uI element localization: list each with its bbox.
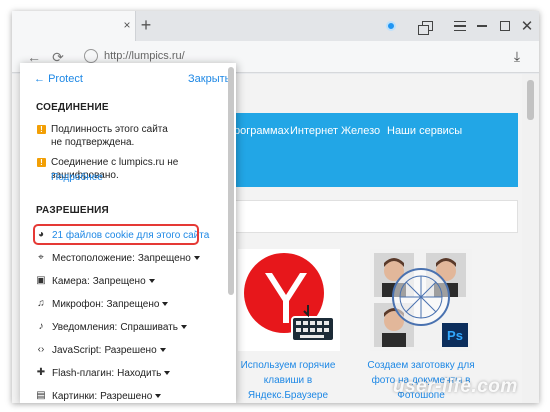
- panel-scrollbar-thumb[interactable]: [228, 67, 234, 295]
- permission-flash[interactable]: ✚ Flash-плагин: Находить: [35, 366, 171, 380]
- permission-microphone[interactable]: ♫ Микрофон: Запрещено: [35, 297, 169, 311]
- nav-item-programs[interactable]: рограммах: [234, 125, 289, 137]
- close-window-icon[interactable]: ✕: [517, 17, 537, 35]
- nav-item-internet[interactable]: Интернет: [290, 125, 338, 137]
- cookies-highlight: [33, 224, 199, 245]
- image-icon: ▤: [36, 390, 46, 401]
- images-dropdown[interactable]: Разрешено: [100, 391, 162, 402]
- menu-icon[interactable]: [450, 17, 470, 35]
- maximize-icon[interactable]: [495, 17, 515, 35]
- puzzle-icon: ✚: [36, 367, 46, 378]
- minimize-icon[interactable]: [472, 17, 492, 35]
- permission-camera[interactable]: ▣ Камера: Запрещено: [35, 274, 155, 288]
- url-text[interactable]: http://lumpics.ru/: [104, 50, 185, 62]
- close-tab-icon[interactable]: ×: [120, 18, 134, 32]
- watermark-text: user-life.com: [393, 376, 518, 397]
- page-scrollbar[interactable]: [522, 74, 539, 403]
- camera-icon: ▣: [36, 275, 46, 286]
- protect-back-link[interactable]: ← Protect: [34, 73, 83, 85]
- more-details-link[interactable]: Подробнее: [51, 172, 103, 183]
- notifications-dropdown[interactable]: Спрашивать: [120, 322, 188, 333]
- site-info-icon[interactable]: [84, 49, 98, 63]
- permissions-heading: РАЗРЕШЕНИЯ: [36, 205, 109, 216]
- connection-heading: СОЕДИНЕНИЕ: [36, 102, 109, 113]
- code-icon: ‹›: [37, 344, 45, 355]
- microphone-dropdown[interactable]: Запрещено: [107, 299, 169, 310]
- yandex-alice-icon[interactable]: [381, 17, 401, 35]
- svg-text:Ps: Ps: [447, 328, 463, 343]
- yandex-hotkeys-image[interactable]: [238, 249, 340, 351]
- protect-close-link[interactable]: Закрыть: [188, 73, 230, 85]
- permission-images[interactable]: ▤ Картинки: Разрешено: [35, 389, 162, 403]
- javascript-dropdown[interactable]: Разрешено: [104, 345, 166, 356]
- photo-documents-image[interactable]: Ps: [370, 249, 472, 351]
- identity-warning: Подлинность этого сайта не подтверждена.: [51, 124, 168, 148]
- location-icon: ⌖: [38, 252, 44, 263]
- warning-icon: !: [37, 125, 46, 134]
- active-tab[interactable]: ×: [12, 11, 136, 41]
- flash-dropdown[interactable]: Находить: [117, 368, 171, 379]
- page-scrollbar-thumb[interactable]: [527, 80, 534, 120]
- hotkeys-article-link[interactable]: Используем горячие клавиши в Яндекс.Брау…: [228, 358, 348, 403]
- bell-icon: ♪: [38, 321, 44, 332]
- location-dropdown[interactable]: Запрещено: [138, 253, 200, 264]
- site-search-input[interactable]: [202, 200, 518, 233]
- tab-strip: × + ✕: [12, 11, 539, 41]
- permission-notifications[interactable]: ♪ Уведомления: Спрашивать: [35, 320, 188, 334]
- camera-dropdown[interactable]: Запрещено: [93, 276, 155, 287]
- microphone-icon: ♫: [37, 298, 45, 309]
- browser-window: × + ✕ ← ⟳ http://lumpics.ru/ ⤓ рограммах…: [12, 11, 539, 403]
- new-tab-button[interactable]: +: [137, 16, 155, 34]
- permission-location[interactable]: ⌖ Местоположение: Запрещено: [35, 251, 200, 265]
- tabs-overview-icon[interactable]: [417, 17, 437, 35]
- nav-item-services[interactable]: Наши сервисы: [387, 125, 462, 137]
- nav-item-hardware[interactable]: Железо: [341, 125, 380, 137]
- protect-panel: ← Protect Закрыть СОЕДИНЕНИЕ ! Подлиннос…: [20, 63, 236, 403]
- warning-icon: !: [37, 158, 46, 167]
- download-icon[interactable]: ⤓: [510, 48, 524, 64]
- permission-javascript[interactable]: ‹› JavaScript: Разрешено: [35, 343, 166, 357]
